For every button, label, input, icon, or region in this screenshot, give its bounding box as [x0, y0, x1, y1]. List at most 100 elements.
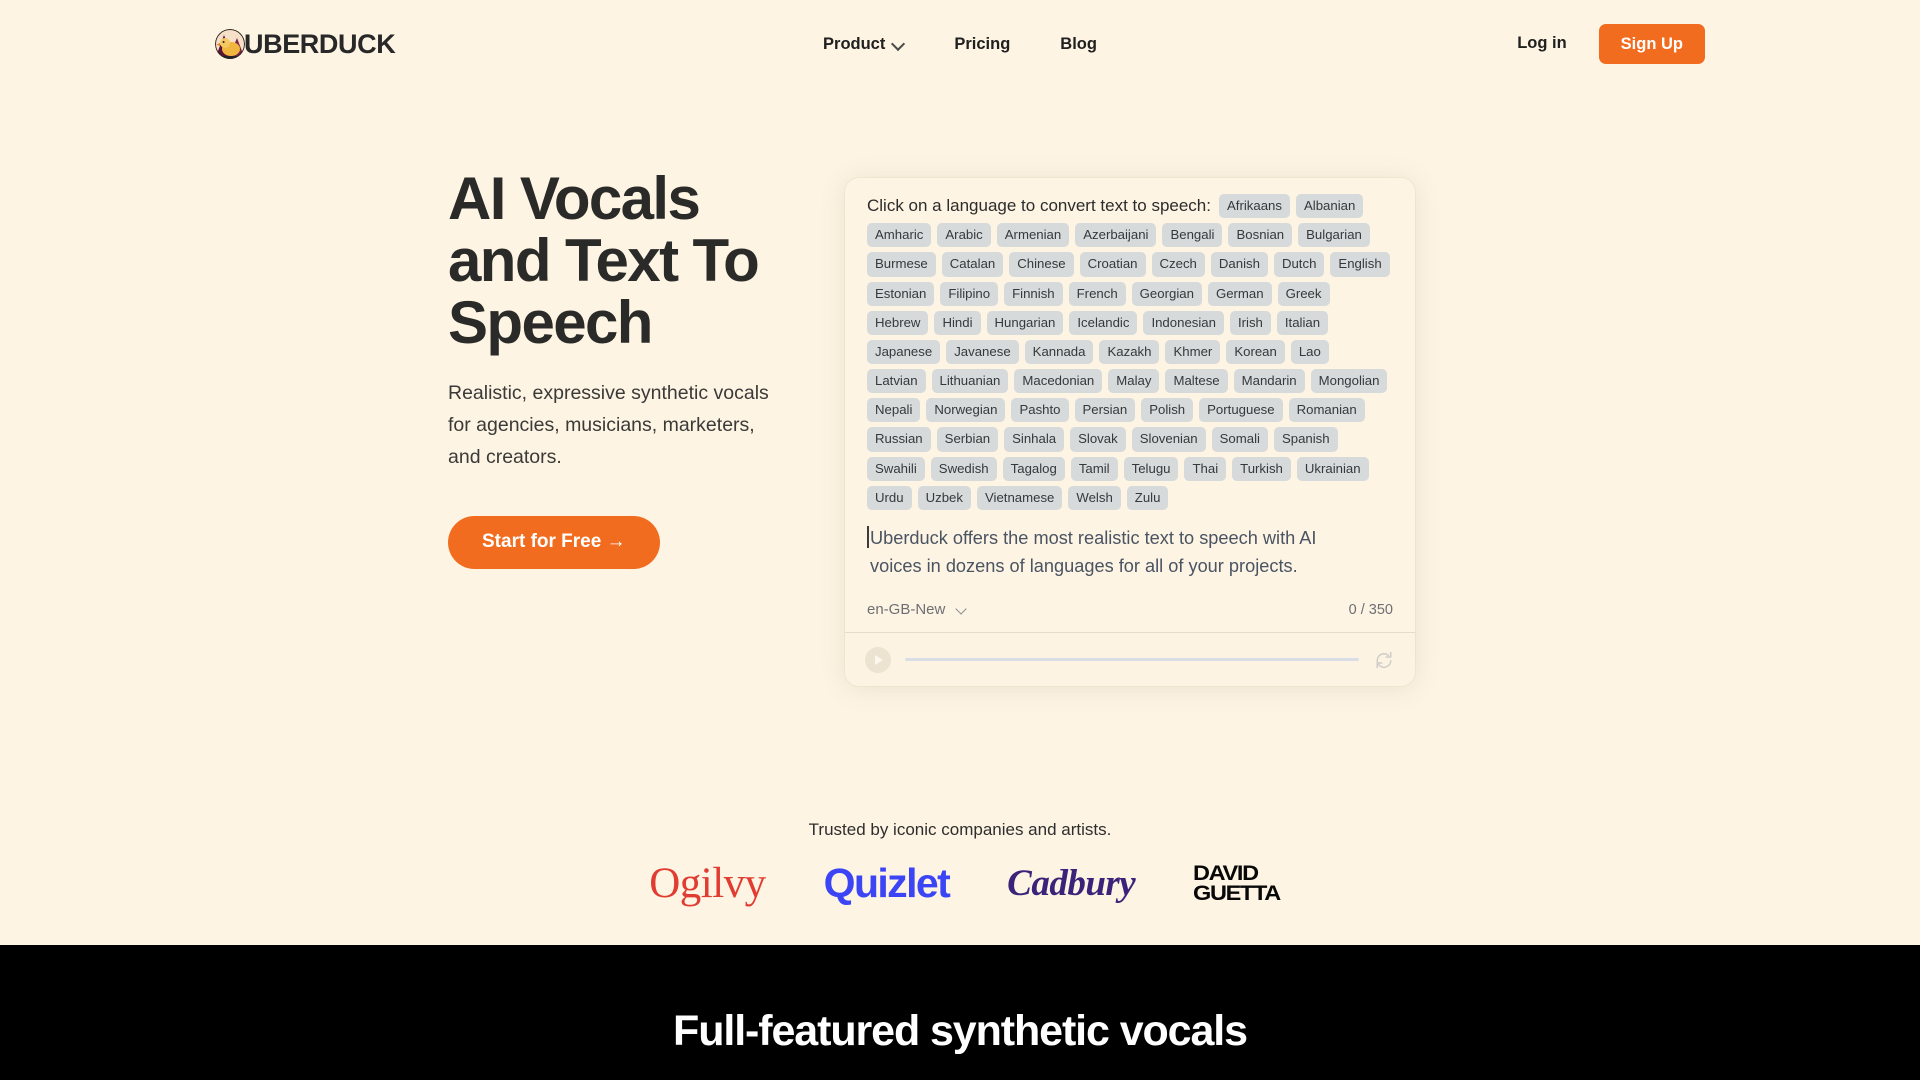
language-chip[interactable]: Burmese — [867, 252, 936, 277]
language-chip[interactable]: Chinese — [1009, 252, 1074, 277]
page-root: UBERDUCK Product Pricing Blog Log in Sig… — [0, 0, 1920, 1080]
language-chip[interactable]: Slovenian — [1131, 427, 1206, 452]
language-chip[interactable]: Slovak — [1070, 427, 1126, 452]
language-chip[interactable]: Hindi — [934, 310, 981, 335]
language-chip[interactable]: Thai — [1184, 456, 1227, 481]
play-button[interactable] — [865, 646, 891, 673]
language-chip[interactable]: Filipino — [940, 281, 999, 306]
language-chip[interactable]: Turkish — [1232, 456, 1291, 481]
language-chip[interactable]: Arabic — [937, 223, 991, 248]
client-logo-row: Ogilvy Quizlet Cadbury DAVID GUETTA — [0, 862, 1920, 905]
language-chip[interactable]: Hungarian — [986, 310, 1064, 335]
signup-button[interactable]: Sign Up — [1598, 23, 1705, 65]
language-chip[interactable]: Tamil — [1070, 456, 1118, 481]
brand-logo-link[interactable]: UBERDUCK — [215, 29, 396, 59]
language-chip[interactable]: Bosnian — [1228, 223, 1293, 248]
language-chip[interactable]: Georgian — [1131, 281, 1202, 306]
replay-icon — [1376, 651, 1392, 668]
language-chip[interactable]: Lao — [1290, 339, 1329, 365]
language-chip[interactable]: Japanese — [867, 339, 941, 365]
text-to-speech-widget: Click on a language to convert text to s… — [845, 178, 1415, 686]
language-chip[interactable]: Estonian — [867, 281, 935, 306]
hero-title-line-3: Speech — [448, 288, 653, 356]
logo-cadbury: Cadbury — [1007, 863, 1136, 904]
language-chip[interactable]: Khmer — [1165, 339, 1221, 365]
language-chip[interactable]: French — [1068, 281, 1126, 306]
language-chip[interactable]: Malay — [1108, 369, 1160, 394]
language-selector: Click on a language to convert text to s… — [867, 194, 1393, 510]
language-chip[interactable]: Vietnamese — [976, 485, 1063, 510]
language-chip[interactable]: Ukrainian — [1296, 456, 1369, 481]
language-chip[interactable]: Azerbaijani — [1075, 223, 1157, 248]
language-chip[interactable]: English — [1330, 252, 1390, 277]
playback-progress-slider[interactable] — [905, 658, 1359, 661]
language-chip[interactable]: Lithuanian — [931, 369, 1009, 394]
nav-item-pricing[interactable]: Pricing — [954, 35, 1010, 54]
language-chip[interactable]: Serbian — [936, 427, 999, 452]
login-link[interactable]: Log in — [1517, 34, 1566, 53]
language-chip[interactable]: Mandarin — [1233, 369, 1305, 394]
language-chip[interactable]: Kazakh — [1099, 339, 1160, 365]
language-chip[interactable]: Russian — [867, 427, 931, 452]
language-chip[interactable]: Mongolian — [1310, 369, 1388, 394]
language-chip[interactable]: Czech — [1151, 252, 1205, 277]
language-chip[interactable]: Urdu — [867, 485, 912, 510]
language-chip[interactable]: Tagalog — [1002, 456, 1065, 481]
language-chip[interactable]: Italian — [1276, 310, 1329, 335]
tts-text-value: Uberduck offers the most realistic text … — [870, 527, 1317, 577]
language-chip[interactable]: Persian — [1074, 398, 1136, 423]
language-chip[interactable]: Polish — [1141, 398, 1194, 423]
language-chip[interactable]: Danish — [1210, 252, 1268, 277]
logo-david-guetta: DAVID GUETTA — [1193, 863, 1281, 904]
nav-item-blog[interactable]: Blog — [1060, 35, 1097, 54]
language-chip[interactable]: Latvian — [867, 369, 926, 394]
language-chip[interactable]: Swedish — [930, 456, 997, 481]
language-chip[interactable]: Icelandic — [1069, 310, 1138, 335]
language-chip[interactable]: Macedonian — [1014, 369, 1103, 394]
language-chip[interactable]: Dutch — [1273, 252, 1325, 277]
language-chip[interactable]: Sinhala — [1004, 427, 1065, 452]
language-chip[interactable]: Portuguese — [1199, 398, 1283, 423]
trusted-by-section: Trusted by iconic companies and artists.… — [0, 820, 1920, 905]
language-chip[interactable]: Bulgarian — [1298, 223, 1370, 248]
language-chip[interactable]: Armenian — [996, 223, 1070, 248]
replay-button[interactable] — [1373, 649, 1395, 671]
language-chip[interactable]: Welsh — [1068, 485, 1121, 510]
language-chip[interactable]: Kannada — [1024, 339, 1094, 365]
language-chip[interactable]: Norwegian — [926, 398, 1006, 423]
language-chip[interactable]: Irish — [1229, 310, 1271, 335]
language-chip[interactable]: Uzbek — [917, 485, 971, 510]
language-chip[interactable]: Catalan — [941, 252, 1004, 277]
start-for-free-button[interactable]: Start for Free → — [448, 516, 660, 570]
tts-text-input[interactable]: Uberduck offers the most realistic text … — [867, 524, 1337, 580]
language-chip[interactable]: Finnish — [1004, 281, 1063, 306]
hero-copy-column: AI Vocals and Text To Speech Realistic, … — [448, 140, 848, 570]
language-chip[interactable]: Pashto — [1011, 398, 1069, 423]
language-chip[interactable]: Javanese — [946, 339, 1019, 365]
language-chip[interactable]: Zulu — [1126, 485, 1169, 510]
nav-item-product[interactable]: Product — [823, 35, 904, 54]
language-chip[interactable]: Amharic — [867, 223, 932, 248]
language-chip[interactable]: Albanian — [1295, 194, 1364, 219]
language-chip[interactable]: Greek — [1277, 281, 1330, 306]
voice-select-dropdown[interactable]: en-GB-New — [867, 601, 968, 618]
language-chip[interactable]: Afrikaans — [1218, 194, 1290, 219]
language-chip[interactable]: Korean — [1226, 339, 1285, 365]
language-chip[interactable]: Romanian — [1288, 398, 1365, 423]
language-chip[interactable]: Indonesian — [1143, 310, 1224, 335]
nav-item-product-label: Product — [823, 34, 886, 53]
hero-title-line-1: AI Vocals — [448, 165, 701, 232]
language-chip[interactable]: Maltese — [1165, 369, 1228, 394]
hero-title-line-2: and Text To — [448, 226, 760, 294]
language-chip[interactable]: German — [1207, 281, 1272, 306]
language-chip[interactable]: Bengali — [1162, 223, 1223, 248]
language-chip[interactable]: Swahili — [867, 456, 925, 481]
logo-cadbury-text: Cadbury — [1007, 863, 1136, 904]
language-chip[interactable]: Telugu — [1123, 456, 1179, 481]
language-chip[interactable]: Spanish — [1273, 427, 1338, 452]
language-chip[interactable]: Croatian — [1079, 252, 1146, 277]
language-chip[interactable]: Somali — [1211, 427, 1268, 452]
top-navigation-bar: UBERDUCK Product Pricing Blog Log in Sig… — [0, 0, 1920, 88]
language-chip[interactable]: Hebrew — [867, 310, 929, 335]
language-chip[interactable]: Nepali — [867, 398, 921, 423]
